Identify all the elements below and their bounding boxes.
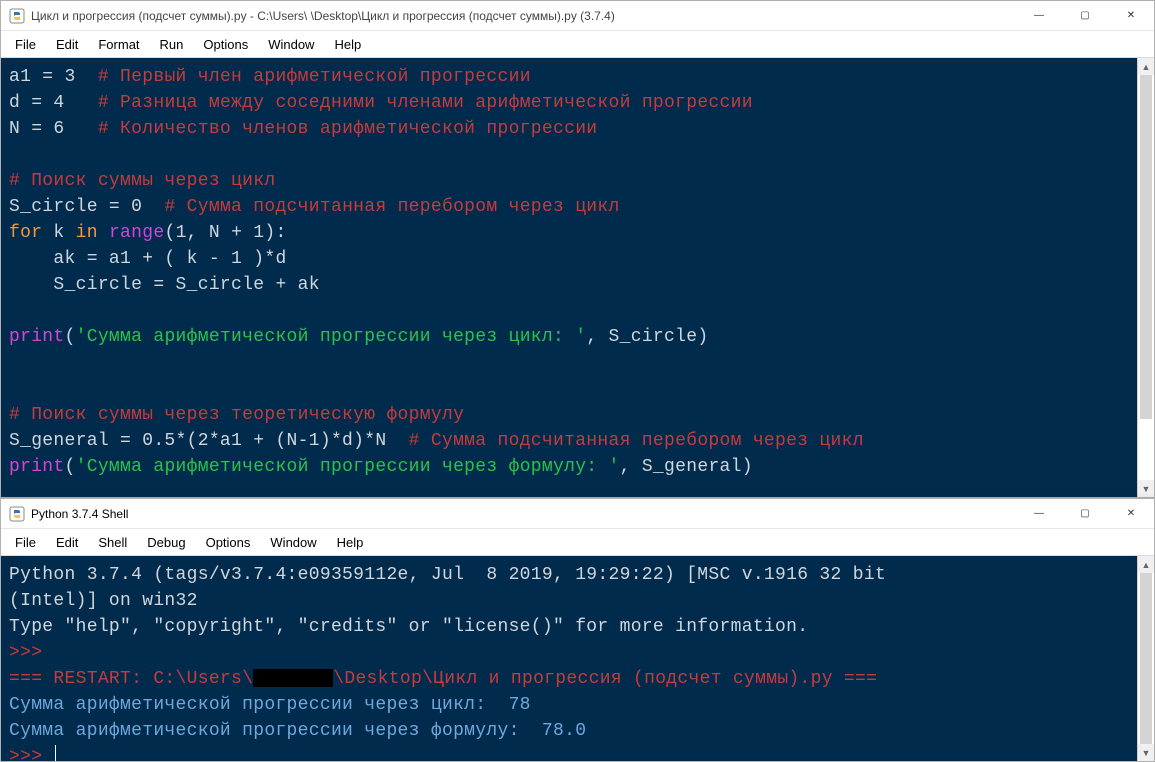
editor-body: a1 = 3 # Первый член арифметической прог… (1, 58, 1154, 497)
python-shell-icon (9, 506, 25, 522)
shell-window: Python 3.7.4 Shell — ▢ ✕ File Edit Shell… (0, 498, 1155, 762)
editor-titlebar[interactable]: Цикл и прогрессия (подсчет суммы).py - C… (1, 1, 1154, 31)
code-text: S_circle = S_circle + ak (9, 275, 320, 295)
shell-window-controls: — ▢ ✕ (1016, 499, 1154, 528)
code-keyword: in (76, 223, 109, 243)
menu-format[interactable]: Format (88, 35, 149, 54)
scroll-track[interactable] (1138, 573, 1154, 744)
code-string: 'Сумма арифметической прогрессии через ц… (76, 327, 587, 347)
code-keyword: for (9, 223, 53, 243)
close-button[interactable]: ✕ (1108, 1, 1154, 30)
shell-body: Python 3.7.4 (tags/v3.7.4:e09359112e, Ju… (1, 556, 1154, 761)
editor-scrollbar[interactable]: ▲ ▼ (1137, 58, 1154, 497)
code-text: (1, N + 1): (164, 223, 286, 243)
menu-debug[interactable]: Debug (137, 533, 195, 552)
code-text: k (53, 223, 75, 243)
menu-options[interactable]: Options (196, 533, 261, 552)
shell-scrollbar[interactable]: ▲ ▼ (1137, 556, 1154, 761)
menu-file[interactable]: File (5, 35, 46, 54)
code-text: ( (65, 457, 76, 477)
editor-window-controls: — ▢ ✕ (1016, 1, 1154, 30)
shell-output-area[interactable]: Python 3.7.4 (tags/v3.7.4:e09359112e, Ju… (1, 556, 1137, 761)
scroll-down-button[interactable]: ▼ (1138, 480, 1154, 497)
scroll-down-button[interactable]: ▼ (1138, 744, 1154, 761)
menu-window[interactable]: Window (260, 533, 326, 552)
code-text: , S_circle) (586, 327, 708, 347)
code-text: , S_general) (620, 457, 753, 477)
shell-titlebar[interactable]: Python 3.7.4 Shell — ▢ ✕ (1, 499, 1154, 529)
code-text: ( (65, 327, 76, 347)
code-text: S_circle = 0 (9, 197, 164, 217)
maximize-button[interactable]: ▢ (1062, 1, 1108, 30)
code-text: S_general = 0.5*(2*a1 + (N-1)*d)*N (9, 431, 409, 451)
code-text: d = 4 (9, 93, 98, 113)
minimize-button[interactable]: — (1016, 1, 1062, 30)
scroll-up-button[interactable]: ▲ (1138, 58, 1154, 75)
code-builtin: range (109, 223, 165, 243)
shell-menubar: File Edit Shell Debug Options Window Hel… (1, 529, 1154, 556)
menu-edit[interactable]: Edit (46, 35, 88, 54)
redacted-username (253, 669, 333, 687)
code-text: a1 = 3 (9, 67, 98, 87)
code-comment: # Поиск суммы через цикл (9, 171, 275, 191)
scroll-thumb[interactable] (1140, 75, 1152, 419)
shell-prompt: >>> (9, 747, 53, 761)
close-button[interactable]: ✕ (1108, 499, 1154, 528)
shell-prompt: >>> (9, 643, 53, 663)
code-comment: # Количество членов арифметической прогр… (98, 119, 598, 139)
shell-restart: === RESTART: C:\Users\ (9, 669, 253, 689)
shell-title-text: Python 3.7.4 Shell (31, 507, 1016, 521)
scroll-up-button[interactable]: ▲ (1138, 556, 1154, 573)
menu-edit[interactable]: Edit (46, 533, 88, 552)
shell-restart: \Desktop\Цикл и прогрессия (подсчет сумм… (333, 669, 877, 689)
menu-shell[interactable]: Shell (88, 533, 137, 552)
shell-output-line: Сумма арифметической прогрессии через ци… (9, 695, 531, 715)
menu-help[interactable]: Help (324, 35, 371, 54)
code-comment: # Разница между соседними членами арифме… (98, 93, 753, 113)
maximize-button[interactable]: ▢ (1062, 499, 1108, 528)
code-comment: # Сумма подсчитанная перебором через цик… (409, 431, 864, 451)
code-area[interactable]: a1 = 3 # Первый член арифметической прог… (1, 58, 1137, 497)
editor-title-text: Цикл и прогрессия (подсчет суммы).py - C… (31, 9, 1016, 23)
editor-window: Цикл и прогрессия (подсчет суммы).py - C… (0, 0, 1155, 498)
code-string: 'Сумма арифметической прогрессии через ф… (76, 457, 620, 477)
shell-banner: Python 3.7.4 (tags/v3.7.4:e09359112e, Ju… (9, 565, 897, 585)
menu-file[interactable]: File (5, 533, 46, 552)
scroll-track[interactable] (1138, 75, 1154, 480)
minimize-button[interactable]: — (1016, 499, 1062, 528)
python-file-icon (9, 8, 25, 24)
text-cursor (55, 745, 56, 761)
menu-options[interactable]: Options (193, 35, 258, 54)
code-comment: # Первый член арифметической прогрессии (98, 67, 531, 87)
editor-menubar: File Edit Format Run Options Window Help (1, 31, 1154, 58)
shell-banner: Type "help", "copyright", "credits" or "… (9, 617, 808, 637)
code-text: N = 6 (9, 119, 98, 139)
shell-banner: (Intel)] on win32 (9, 591, 198, 611)
code-comment: # Поиск суммы через теоретическую формул… (9, 405, 464, 425)
code-builtin: print (9, 327, 65, 347)
code-comment: # Сумма подсчитанная перебором через цик… (164, 197, 619, 217)
scroll-thumb[interactable] (1140, 573, 1152, 744)
menu-run[interactable]: Run (150, 35, 194, 54)
code-builtin: print (9, 457, 65, 477)
code-text: ak = a1 + ( k - 1 )*d (9, 249, 287, 269)
menu-window[interactable]: Window (258, 35, 324, 54)
shell-output-line: Сумма арифметической прогрессии через фо… (9, 721, 586, 741)
menu-help[interactable]: Help (327, 533, 374, 552)
